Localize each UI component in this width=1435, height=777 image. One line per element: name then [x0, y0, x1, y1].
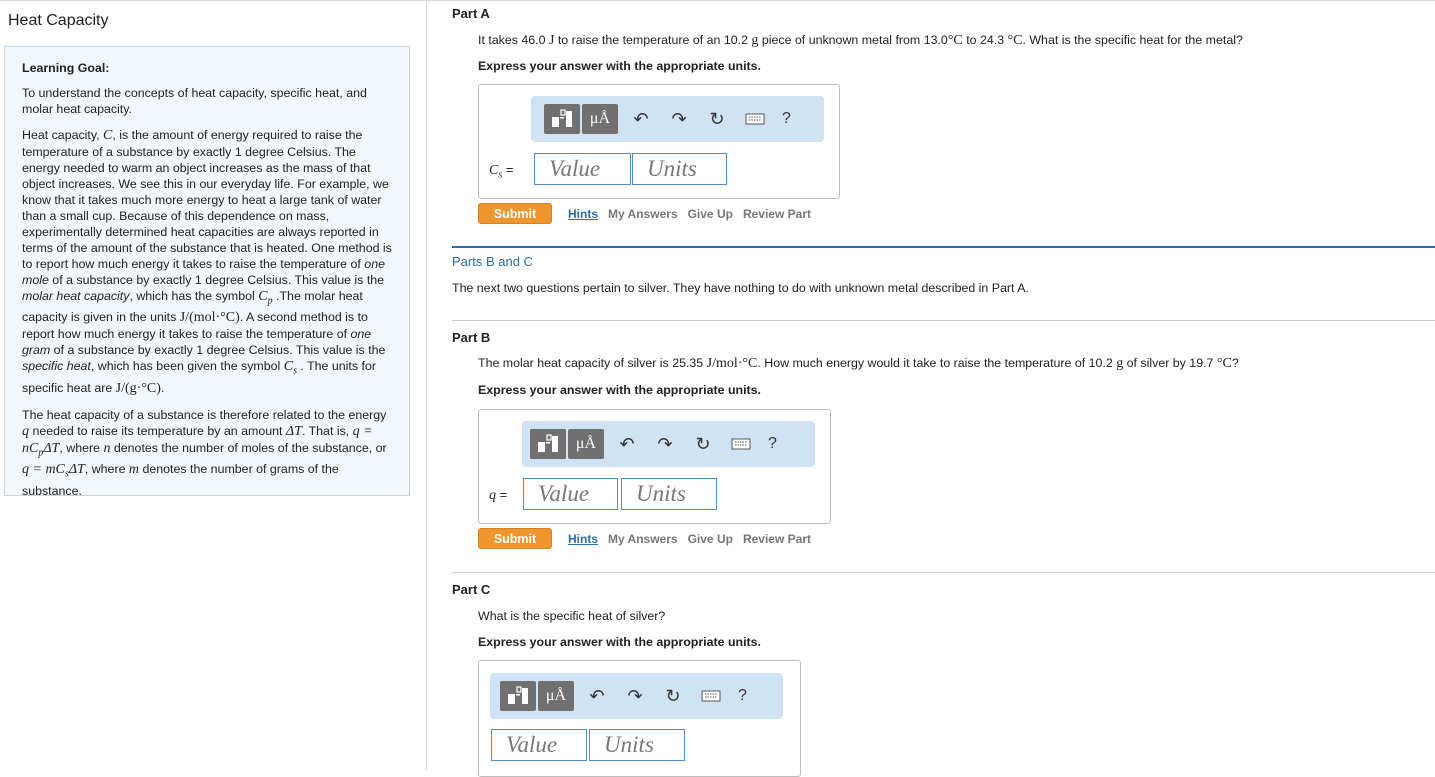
page-title: Heat Capacity [8, 12, 109, 29]
undo-icon[interactable]: ↶ [578, 681, 616, 711]
undo-icon[interactable]: ↶ [608, 429, 646, 459]
learning-goal-box: Learning Goal: To understand the concept… [4, 46, 410, 498]
part-a-review-part-link[interactable]: Review Part [743, 207, 811, 221]
units-symbols-button[interactable]: μÅ [538, 681, 574, 711]
part-a-value-input[interactable]: Value [534, 153, 631, 185]
help-icon[interactable]: ? [768, 429, 777, 459]
part-a-toolbar: μÅ ↶ ↷ ↻ ? [531, 96, 824, 142]
part-b-toolbar: μÅ ↶ ↷ ↻ ? [522, 421, 815, 467]
templates-button[interactable] [500, 681, 536, 711]
part-a-title: Part A [452, 6, 490, 21]
part-a-submit-button[interactable]: Submit [478, 203, 552, 224]
templates-icon [552, 109, 572, 127]
part-b-my-answers-link[interactable]: My Answers [608, 532, 678, 546]
templates-icon [508, 686, 528, 704]
part-b-value-input[interactable]: Value [523, 478, 618, 510]
learning-goal-paragraph-2: The heat capacity of a substance is ther… [22, 407, 387, 498]
units-symbols-button[interactable]: μÅ [582, 104, 618, 134]
keyboard-icon[interactable] [692, 681, 730, 711]
undo-icon[interactable]: ↶ [622, 104, 660, 134]
parts-bc-text: The next two questions pertain to silver… [452, 281, 1029, 295]
part-a-question: It takes 46.0 J to raise the temperature… [478, 33, 1243, 48]
part-b-divider [452, 320, 1435, 321]
part-a-answer-box: μÅ ↶ ↷ ↻ ? Cs = Value Units [478, 84, 840, 199]
part-b-title: Part B [452, 330, 491, 345]
redo-icon[interactable]: ↷ [660, 104, 698, 134]
part-b-give-up-link[interactable]: Give Up [688, 532, 733, 546]
part-c-units-input[interactable]: Units [589, 729, 685, 761]
reset-icon[interactable]: ↻ [654, 681, 692, 711]
learning-goal-heading: Learning Goal: [22, 61, 110, 75]
templates-button[interactable] [530, 429, 566, 459]
part-b-review-part-link[interactable]: Review Part [743, 532, 811, 546]
part-c-toolbar: μÅ ↶ ↷ ↻ ? [490, 673, 783, 719]
part-c-title: Part C [452, 582, 491, 597]
redo-icon[interactable]: ↷ [616, 681, 654, 711]
part-c-answer-box: μÅ ↶ ↷ ↻ ? Value Units [478, 660, 801, 777]
keyboard-icon[interactable] [736, 104, 774, 134]
part-a-my-answers-link[interactable]: My Answers [608, 207, 678, 221]
left-panel: Heat Capacity Learning Goal: To understa… [0, 0, 427, 770]
learning-goal-paragraph-1: Heat capacity, C, is the amount of energ… [22, 128, 392, 396]
help-icon[interactable]: ? [738, 681, 747, 711]
part-b-actions: Submit Hints My Answers Give Up Review P… [478, 528, 811, 549]
parts-bc-title[interactable]: Parts B and C [452, 254, 533, 269]
part-c-question: What is the specific heat of silver? [478, 609, 666, 623]
part-b-instruction: Express your answer with the appropriate… [478, 383, 761, 397]
part-c-value-input[interactable]: Value [491, 729, 587, 761]
part-b-question: The molar heat capacity of silver is 25.… [478, 356, 1239, 371]
part-a-give-up-link[interactable]: Give Up [688, 207, 733, 221]
main-panel: Part A It takes 46.0 J to raise the temp… [426, 0, 1435, 777]
reset-icon[interactable]: ↻ [698, 104, 736, 134]
templates-button[interactable] [544, 104, 580, 134]
part-a-actions: Submit Hints My Answers Give Up Review P… [478, 203, 811, 224]
part-a-instruction: Express your answer with the appropriate… [478, 59, 761, 73]
part-b-submit-button[interactable]: Submit [478, 528, 552, 549]
reset-icon[interactable]: ↻ [684, 429, 722, 459]
part-a-units-input[interactable]: Units [632, 153, 727, 185]
redo-icon[interactable]: ↷ [646, 429, 684, 459]
part-c-divider [452, 572, 1435, 573]
part-a-hints-link[interactable]: Hints [568, 207, 598, 221]
part-b-units-input[interactable]: Units [621, 478, 717, 510]
part-b-variable-label: q = [489, 487, 508, 503]
learning-goal-intro: To understand the concepts of heat capac… [22, 86, 367, 116]
part-b-answer-box: μÅ ↶ ↷ ↻ ? q = Value Units [478, 409, 831, 524]
parts-bc-divider [452, 246, 1435, 248]
part-c-instruction: Express your answer with the appropriate… [478, 635, 761, 649]
help-icon[interactable]: ? [782, 104, 791, 134]
keyboard-icon[interactable] [722, 429, 760, 459]
units-symbols-button[interactable]: μÅ [568, 429, 604, 459]
templates-icon [538, 434, 558, 452]
part-b-hints-link[interactable]: Hints [568, 532, 598, 546]
part-a-variable-label: Cs = [489, 162, 514, 181]
